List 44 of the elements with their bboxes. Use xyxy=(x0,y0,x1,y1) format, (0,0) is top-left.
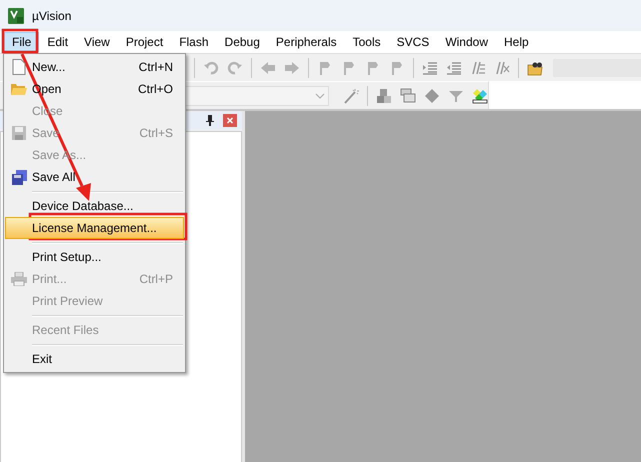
menu-item[interactable]: Window xyxy=(437,32,496,52)
comment-icon[interactable] xyxy=(470,60,486,76)
chevron-down-icon xyxy=(315,92,325,98)
app-logo-icon xyxy=(8,8,24,24)
document-icon xyxy=(12,59,26,75)
redo-icon[interactable] xyxy=(227,60,243,76)
printer-icon xyxy=(11,272,27,286)
bookmark-flag-icon[interactable] xyxy=(317,60,333,76)
close-icon[interactable] xyxy=(223,114,237,126)
menu-entry[interactable]: Save All xyxy=(5,166,184,188)
diamond-icon[interactable] xyxy=(424,88,440,104)
indent-icon[interactable] xyxy=(422,60,438,76)
forward-arrow-icon[interactable] xyxy=(284,60,300,76)
bookmark-flag-icon[interactable] xyxy=(365,60,381,76)
pin-icon[interactable] xyxy=(205,114,215,126)
menu-entry[interactable]: License Management... xyxy=(5,217,184,239)
menu-item[interactable]: Help xyxy=(496,32,537,52)
back-arrow-icon[interactable] xyxy=(260,60,276,76)
menu-entry[interactable]: Device Database... xyxy=(5,195,184,217)
menu-item[interactable]: Project xyxy=(118,32,172,52)
menu-item[interactable]: Flash xyxy=(171,32,217,52)
menu-item[interactable]: Peripherals xyxy=(268,32,345,52)
menu-entry[interactable]: Print Setup... xyxy=(5,246,184,268)
outdent-icon[interactable] xyxy=(446,60,462,76)
colored-diamonds-icon[interactable] xyxy=(472,88,488,104)
menu-item[interactable]: Edit xyxy=(39,32,76,52)
target-dropdown[interactable] xyxy=(184,86,329,106)
menu-item[interactable]: Tools xyxy=(344,32,389,52)
floppy-disks-icon xyxy=(12,170,26,184)
menu-item[interactable]: Debug xyxy=(216,32,268,52)
menu-entry[interactable]: Exit xyxy=(5,348,184,370)
undo-icon[interactable] xyxy=(203,60,219,76)
build-blocks-icon[interactable] xyxy=(376,88,392,104)
folder-binoculars-icon[interactable] xyxy=(527,60,543,76)
bookmark-flag-icon[interactable] xyxy=(341,60,357,76)
bookmark-flag-icon[interactable] xyxy=(389,60,405,76)
windows-icon[interactable] xyxy=(400,88,416,104)
window-title: µVision xyxy=(32,8,72,22)
folder-icon xyxy=(10,82,28,96)
menu-item[interactable]: SVCS xyxy=(388,32,438,52)
uncomment-icon[interactable] xyxy=(494,60,510,76)
menu-item[interactable]: View xyxy=(76,32,118,52)
magic-wand-icon[interactable] xyxy=(343,88,359,104)
highlight-frame xyxy=(2,28,38,54)
